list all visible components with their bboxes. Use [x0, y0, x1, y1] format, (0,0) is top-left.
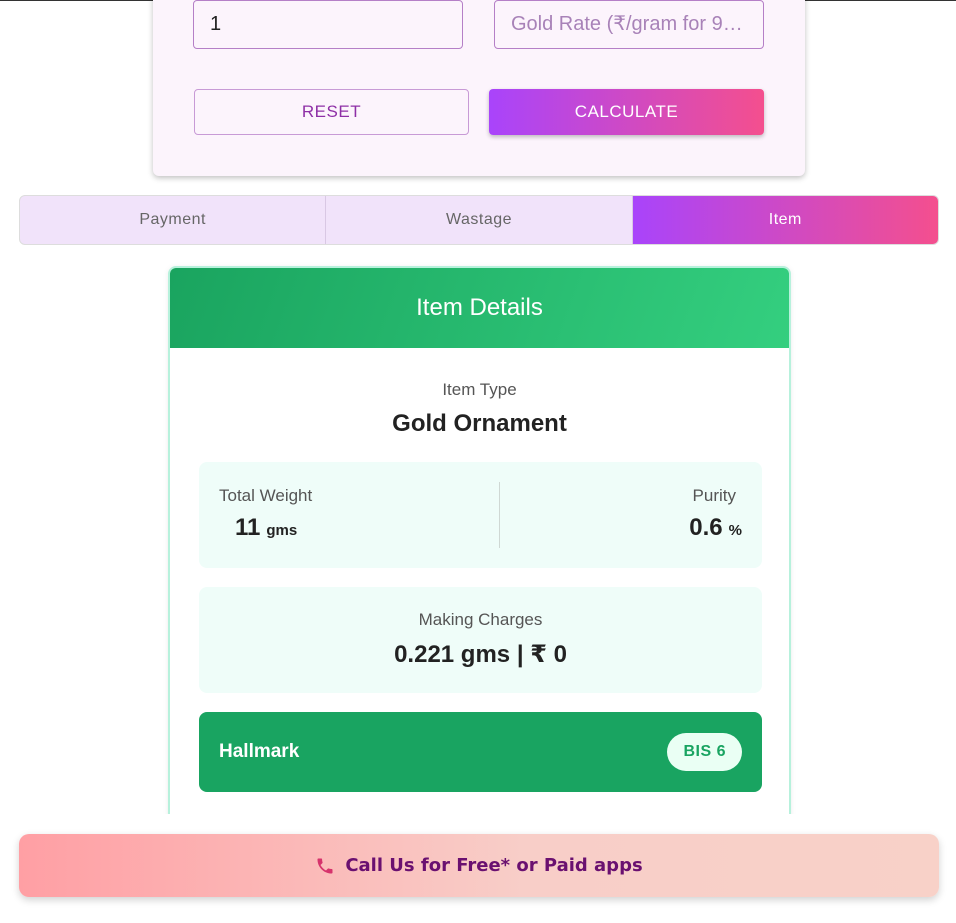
total-weight-value: 11 gms — [235, 514, 297, 542]
hallmark-label: Hallmark — [219, 741, 300, 762]
result-tabs: Payment Wastage Item — [19, 195, 939, 245]
item-type-label: Item Type — [442, 380, 517, 399]
calculator-card: RESET CALCULATE — [153, 0, 805, 176]
weight-purity-panel: Total Weight 11 gms Purity 0.6% — [199, 462, 762, 568]
item-type-value: Gold Ornament — [392, 410, 567, 437]
item-details-card: Item Details Item Type Gold Ornament Tot… — [168, 266, 791, 836]
call-us-button[interactable]: Call Us for Free* or Paid apps — [19, 834, 939, 897]
reset-button[interactable]: RESET — [194, 89, 469, 135]
tab-item[interactable]: Item — [632, 196, 938, 244]
call-us-label: Call Us for Free* or Paid apps — [345, 855, 643, 876]
calculate-button[interactable]: CALCULATE — [489, 89, 764, 135]
making-charges-label: Making Charges — [418, 610, 543, 629]
gold-rate-input[interactable] — [494, 0, 764, 49]
item-details-title: Item Details — [170, 268, 789, 348]
tab-payment[interactable]: Payment — [20, 196, 327, 244]
purity-value: 0.6% — [689, 514, 742, 542]
total-weight-label: Total Weight — [219, 486, 313, 505]
hallmark-badge: BIS 6 — [667, 733, 742, 771]
quantity-input[interactable] — [193, 0, 463, 49]
purity-label: Purity — [692, 486, 736, 505]
stats-divider — [499, 482, 500, 548]
making-charges-panel: Making Charges 0.221 gms | ₹ 0 — [199, 587, 762, 693]
total-weight-number: 11 — [235, 514, 261, 541]
tab-wastage[interactable]: Wastage — [326, 196, 633, 244]
making-charges-value: 0.221 gms | ₹ 0 — [394, 641, 567, 668]
hallmark-panel: Hallmark BIS 6 — [199, 712, 762, 792]
purity-unit: % — [728, 522, 742, 539]
phone-icon — [317, 858, 333, 873]
purity-number: 0.6 — [689, 514, 723, 541]
total-weight-unit: gms — [266, 522, 298, 539]
